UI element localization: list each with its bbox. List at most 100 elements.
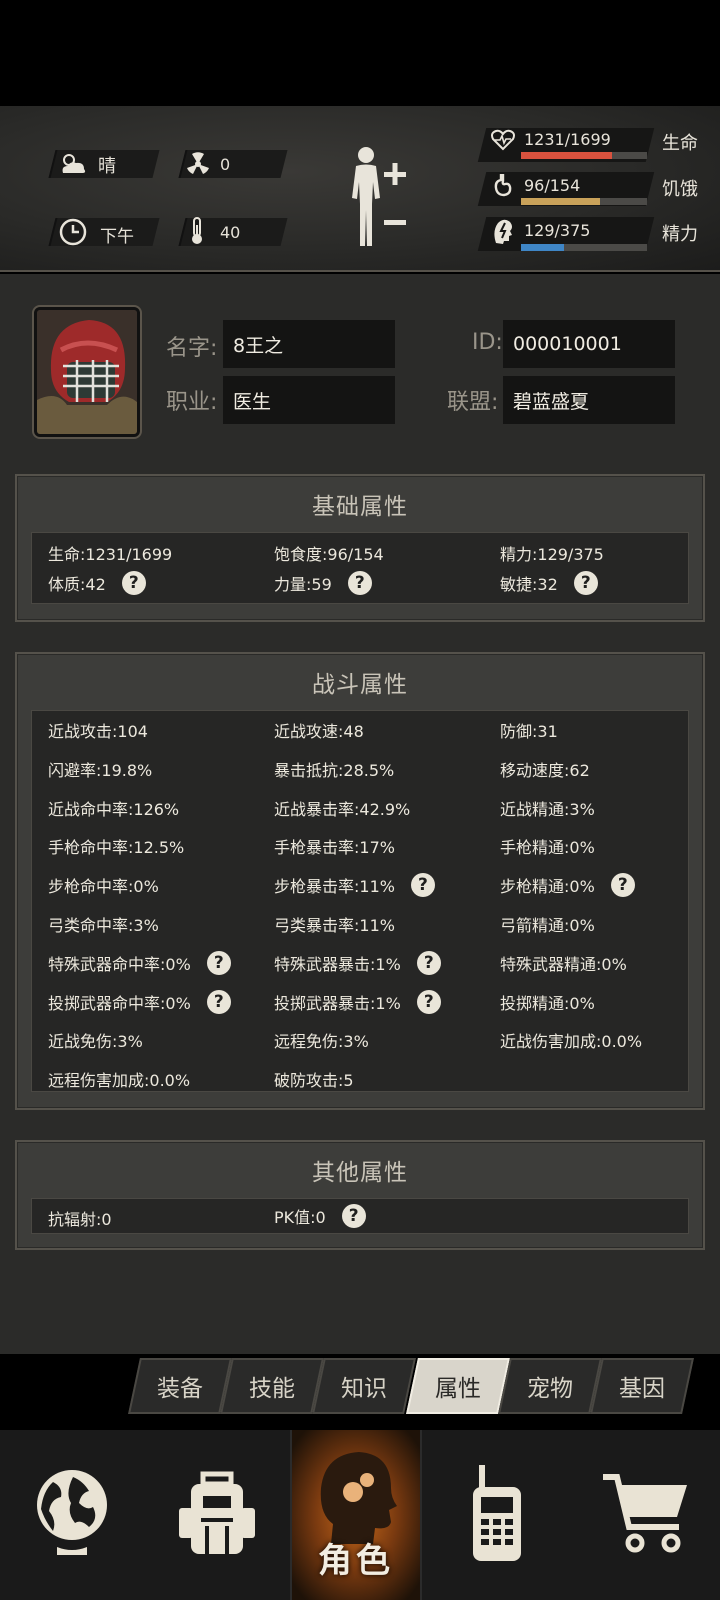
- tab-attributes-label: 属性: [435, 1376, 481, 1402]
- combat-attribute-text: 弓类暴击率:11%: [274, 916, 395, 935]
- combat-attribute: 移动速度:62: [500, 757, 590, 781]
- other-attributes-grid: 抗辐射:0 PK值:0?: [31, 1198, 689, 1234]
- nav-world[interactable]: [0, 1430, 144, 1600]
- other-pk-value: PK值:0?: [274, 1204, 366, 1228]
- bottom-nav: 角色: [0, 1430, 720, 1600]
- combat-attribute-text: 投掷精通:0%: [500, 993, 595, 1013]
- hunger-bar: [521, 198, 647, 205]
- tab-pets[interactable]: 宠物: [498, 1358, 602, 1414]
- other-pk-value-text: PK值:0: [274, 1208, 326, 1227]
- combat-attribute: 近战攻击:104: [48, 718, 148, 742]
- combat-attribute-text: 步枪暴击率:11%: [274, 877, 395, 897]
- combat-attribute: 投掷精通:0%: [500, 990, 595, 1014]
- job-value: 医生: [233, 390, 272, 413]
- other-radiation-resistance-text: 抗辐射:0: [48, 1210, 112, 1229]
- help-icon[interactable]: ?: [206, 950, 231, 975]
- health-label: 生命: [662, 133, 698, 154]
- nav-shop[interactable]: [572, 1430, 720, 1600]
- combat-attribute: 特殊武器命中率:0%?: [48, 950, 231, 975]
- nav-character[interactable]: 角色: [290, 1430, 422, 1600]
- avatar[interactable]: [34, 307, 140, 437]
- radio-icon: [467, 1463, 527, 1567]
- basic-agility: 敏捷:32?: [500, 571, 598, 595]
- combat-attribute: 近战免伤:3%: [48, 1028, 143, 1052]
- combat-attribute-text: 移动速度:62: [500, 760, 590, 780]
- combat-attribute: 近战精通:3%: [500, 796, 595, 820]
- basic-constitution: 体质:42?: [48, 571, 146, 595]
- health-value: 1231/1699: [524, 130, 611, 149]
- weather-value: 晴: [98, 156, 116, 177]
- combat-attribute-text: 闪避率:19.8%: [48, 760, 153, 780]
- job-field: 医生: [223, 376, 395, 424]
- combat-attribute: 特殊武器精通:0%: [500, 951, 627, 975]
- combat-attribute: 特殊武器暴击:1%?: [274, 950, 441, 975]
- attribute-tabs: 装备 技能 知识 属性 宠物 基因: [0, 1358, 720, 1418]
- tab-skills[interactable]: 技能: [220, 1358, 324, 1414]
- name-value: 8王之: [233, 334, 284, 357]
- combat-attribute: 近战攻速:48: [274, 718, 364, 742]
- alliance-value: 碧蓝盛夏: [513, 390, 590, 413]
- help-icon[interactable]: ?: [610, 873, 635, 898]
- basic-strength-text: 力量:59: [274, 575, 332, 594]
- combat-attribute-text: 近战免伤:3%: [48, 1032, 143, 1052]
- combat-attribute-text: 弓箭精通:0%: [500, 916, 595, 935]
- help-icon[interactable]: ?: [347, 571, 372, 595]
- combat-attribute-text: 特殊武器精通:0%: [500, 954, 627, 974]
- energy-bar: [521, 244, 647, 251]
- combat-attribute: 远程伤害加成:0.0%: [48, 1067, 190, 1091]
- nav-radio[interactable]: [422, 1430, 572, 1600]
- combat-attribute: 弓类暴击率:11%: [274, 912, 395, 936]
- combat-attribute: 远程免伤:3%: [274, 1028, 369, 1052]
- basic-energy: 精力:129/375: [500, 541, 604, 565]
- basic-attributes-grid: 生命:1231/1699 饱食度:96/154 精力:129/375 体质:42…: [31, 532, 689, 604]
- tab-genes[interactable]: 基因: [590, 1358, 694, 1414]
- combat-attribute-text: 弓类命中率:3%: [48, 916, 159, 935]
- combat-attribute: 近战暴击率:42.9%: [274, 796, 410, 820]
- alliance-label: 联盟:: [447, 390, 499, 415]
- help-icon[interactable]: ?: [416, 950, 441, 975]
- help-icon[interactable]: ?: [206, 989, 231, 1014]
- combat-attribute: 暴击抵抗:28.5%: [274, 757, 394, 781]
- combat-attribute-text: 投掷武器暴击:1%: [274, 993, 401, 1013]
- id-value: 000010001: [513, 333, 622, 355]
- combat-attribute-text: 特殊武器命中率:0%: [48, 954, 191, 974]
- help-icon[interactable]: ?: [416, 989, 441, 1014]
- combat-attributes-grid: 近战攻击:104 近战攻速:48 防御:31 闪避率:19.8% 暴击抵抗:28.5% 移…: [31, 710, 689, 1092]
- name-label: 名字:: [166, 336, 218, 361]
- radiation-icon: [184, 150, 212, 178]
- tab-genes-label: 基因: [619, 1376, 665, 1402]
- combat-attribute-text: 特殊武器暴击:1%: [274, 954, 401, 974]
- help-icon[interactable]: ?: [121, 571, 146, 595]
- body-status-button[interactable]: [348, 146, 410, 254]
- tab-attributes[interactable]: 属性: [406, 1358, 510, 1414]
- combat-attribute: 步枪暴击率:11%?: [274, 873, 435, 898]
- help-icon[interactable]: ?: [341, 1204, 366, 1228]
- combat-attribute: 近战伤害加成:0.0%: [500, 1028, 642, 1052]
- id-label: ID:: [472, 330, 503, 355]
- tab-pets-label: 宠物: [527, 1376, 573, 1402]
- tab-equipment-label: 装备: [157, 1376, 203, 1402]
- tab-knowledge[interactable]: 知识: [312, 1358, 416, 1414]
- heart-icon: [490, 127, 516, 153]
- combat-attribute-text: 近战伤害加成:0.0%: [500, 1032, 643, 1052]
- basic-health-text: 生命:1231/1699: [48, 545, 173, 564]
- basic-constitution-text: 体质:42: [48, 575, 106, 594]
- combat-attribute-text: 步枪精通:0%: [500, 877, 595, 897]
- basic-strength: 力量:59?: [274, 571, 372, 595]
- basic-health: 生命:1231/1699: [48, 541, 172, 565]
- combat-attribute-text: 近战精通:3%: [500, 799, 595, 819]
- other-attributes-title: 其他属性: [312, 1160, 408, 1186]
- combat-attribute-text: 近战命中率:126%: [48, 799, 180, 819]
- nav-backpack[interactable]: [144, 1430, 290, 1600]
- health-bar: [521, 152, 647, 159]
- tab-equipment[interactable]: 装备: [128, 1358, 232, 1414]
- combat-attribute: 弓箭精通:0%: [500, 912, 595, 936]
- name-field: 8王之: [223, 320, 395, 368]
- temperature-value: 40: [220, 223, 241, 242]
- combat-attribute-text: 投掷武器命中率:0%: [48, 993, 191, 1013]
- hunger-label: 饥饿: [662, 179, 698, 200]
- help-icon[interactable]: ?: [410, 873, 435, 898]
- energy-label: 精力: [662, 224, 698, 245]
- help-icon[interactable]: ?: [573, 571, 598, 595]
- combat-attribute-text: 近战暴击率:42.9%: [274, 799, 411, 819]
